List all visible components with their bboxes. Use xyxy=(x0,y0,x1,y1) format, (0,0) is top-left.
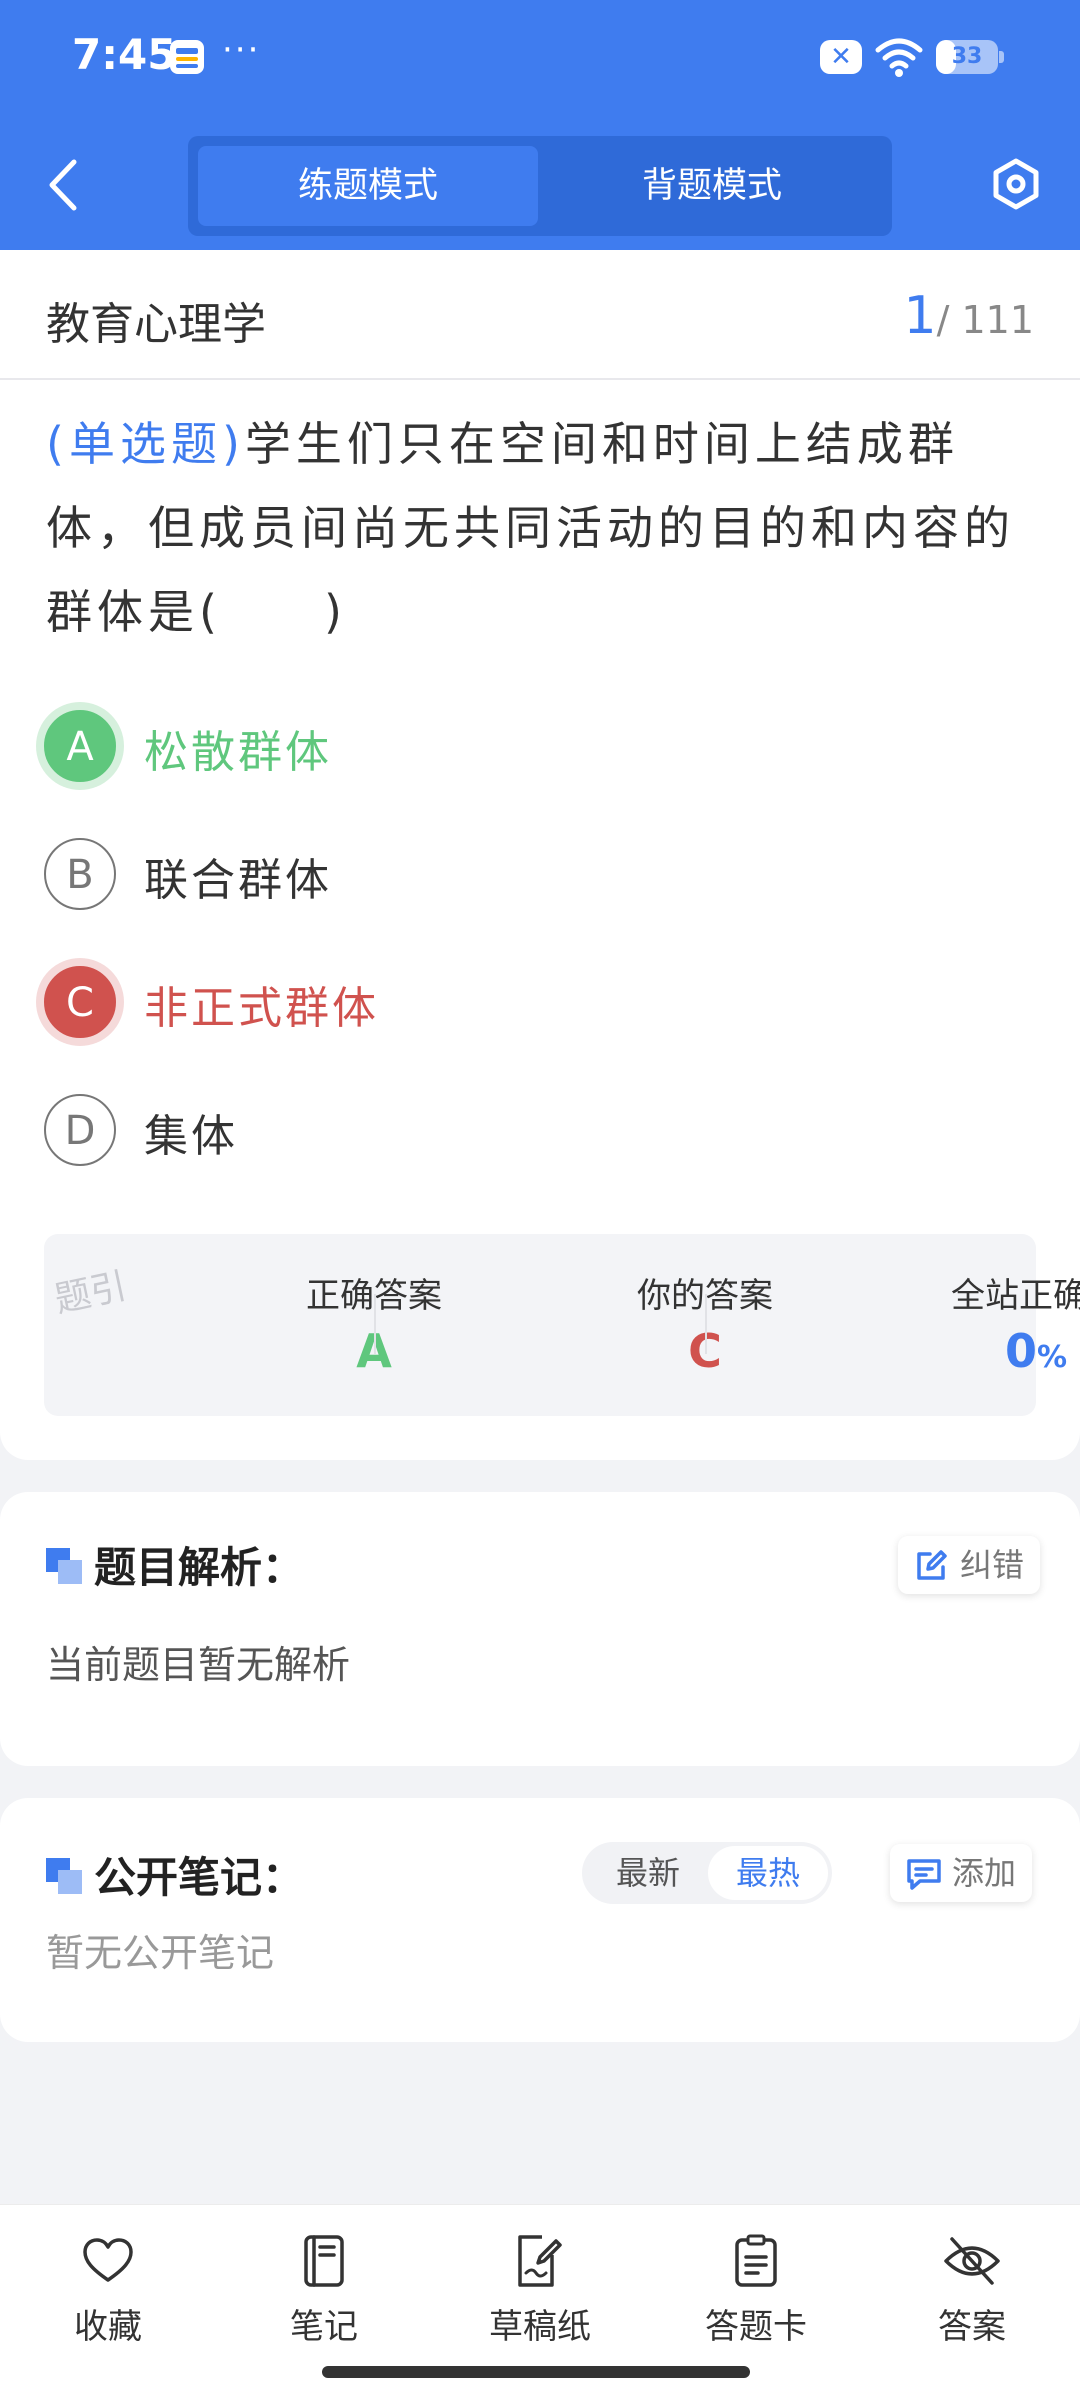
answer-summary: 题引 正确答案 A 你的答案 C 全站正确率 0% xyxy=(44,1234,1080,1416)
app-header: 7:45 ··· ✕ 33 练题模式 背题模式 xyxy=(0,0,1080,250)
option-text: 集体 xyxy=(144,1111,238,1162)
home-indicator[interactable] xyxy=(322,2366,750,2378)
more-notifications-icon: ··· xyxy=(222,30,261,70)
nav-label: 笔记 xyxy=(290,2307,358,2347)
accuracy-label: 全站正确率 xyxy=(951,1276,1080,1316)
draft-paper-icon xyxy=(518,2235,562,2287)
mode-switch: 练题模式 背题模式 xyxy=(188,136,892,236)
analysis-card: 题目解析： 纠错 当前题目暂无解析 xyxy=(0,1492,1080,1766)
status-bar: 7:45 ··· ✕ 33 xyxy=(0,0,1080,118)
current-question-number: 1 xyxy=(903,286,937,346)
analysis-title: 题目解析： xyxy=(94,1543,305,1592)
edit-icon xyxy=(917,1550,947,1580)
question-progress: 1/ 111 xyxy=(903,286,1034,346)
accuracy-value: 0% xyxy=(871,1324,1080,1378)
question-card: (单选题)学生们只在空间和时间上结成群体，但成员间尚无共同活动的目的和内容的群体… xyxy=(0,380,1080,1460)
back-button[interactable] xyxy=(40,152,86,218)
accuracy-number: 0 xyxy=(1004,1324,1037,1378)
section-marker-icon xyxy=(46,1548,82,1584)
analysis-empty-text: 当前题目暂无解析 xyxy=(46,1643,351,1687)
comment-icon xyxy=(907,1859,941,1890)
nav-label: 答题卡 xyxy=(705,2307,807,2347)
your-answer-block: 你的答案 C xyxy=(375,1234,773,1416)
section-marker-icon xyxy=(46,1858,82,1894)
nav-answer-toggle[interactable]: 答案 xyxy=(872,2233,1072,2363)
option-a[interactable]: A 松散群体 xyxy=(44,706,944,786)
option-text: 联合群体 xyxy=(144,855,332,906)
nav-label: 草稿纸 xyxy=(489,2307,591,2347)
accuracy-block: 全站正确率 0% xyxy=(706,1234,1080,1416)
network-off-icon: ✕ xyxy=(820,40,862,74)
notes-empty-text: 暂无公开笔记 xyxy=(46,1931,275,1975)
wallet-app-icon xyxy=(170,40,204,74)
option-letter: B xyxy=(44,838,116,910)
notes-title: 公开笔记： xyxy=(94,1853,305,1902)
report-error-button[interactable]: 纠错 xyxy=(898,1536,1041,1594)
question-type: (单选题) xyxy=(46,417,245,471)
notebook-icon xyxy=(304,2235,344,2287)
option-b[interactable]: B 联合群体 xyxy=(44,834,944,914)
total-questions: / 111 xyxy=(936,298,1034,342)
tab-memorize-mode[interactable]: 背题模式 xyxy=(542,146,882,226)
nav-draft-paper[interactable]: 草稿纸 xyxy=(440,2233,640,2363)
question-text: (单选题)学生们只在空间和时间上结成群体，但成员间尚无共同活动的目的和内容的群体… xyxy=(46,402,1036,654)
answer-card-icon xyxy=(735,2234,777,2287)
battery-level: 33 xyxy=(951,44,983,69)
nav-label: 答案 xyxy=(938,2307,1006,2347)
sort-latest[interactable]: 最新 xyxy=(588,1842,708,1904)
page-title: 教育心理学 xyxy=(46,299,266,350)
battery-icon: 33 xyxy=(936,40,1004,74)
nav-favorite[interactable]: 收藏 xyxy=(8,2233,208,2363)
status-time: 7:45 xyxy=(72,30,177,79)
notes-sort-toggle: 最新 最热 xyxy=(582,1842,832,1904)
nav-label: 收藏 xyxy=(74,2307,142,2347)
settings-icon[interactable] xyxy=(990,158,1042,210)
nav-answer-card[interactable]: 答题卡 xyxy=(656,2233,856,2363)
wifi-icon xyxy=(875,38,923,77)
option-letter: C xyxy=(44,966,116,1038)
eye-off-icon xyxy=(944,2237,1000,2285)
accuracy-unit: % xyxy=(1036,1340,1068,1375)
subject-bar: 教育心理学 1/ 111 xyxy=(0,250,1080,380)
option-text: 非正式群体 xyxy=(144,983,379,1034)
add-note-label: 添加 xyxy=(952,1854,1017,1892)
option-letter: A xyxy=(44,710,116,782)
report-error-label: 纠错 xyxy=(960,1546,1025,1584)
option-d[interactable]: D 集体 xyxy=(44,1090,944,1170)
public-notes-card: 公开笔记： 最新 最热 添加 暂无公开笔记 xyxy=(0,1798,1080,2042)
option-text: 松散群体 xyxy=(144,727,332,778)
heart-icon xyxy=(83,2238,133,2282)
add-note-button[interactable]: 添加 xyxy=(890,1844,1033,1902)
option-letter: D xyxy=(44,1094,116,1166)
option-c[interactable]: C 非正式群体 xyxy=(44,962,944,1042)
nav-notes[interactable]: 笔记 xyxy=(224,2233,424,2363)
tab-practice-mode[interactable]: 练题模式 xyxy=(198,146,538,226)
sort-hottest[interactable]: 最热 xyxy=(708,1846,828,1900)
correct-answer-block: 正确答案 A xyxy=(44,1234,442,1416)
